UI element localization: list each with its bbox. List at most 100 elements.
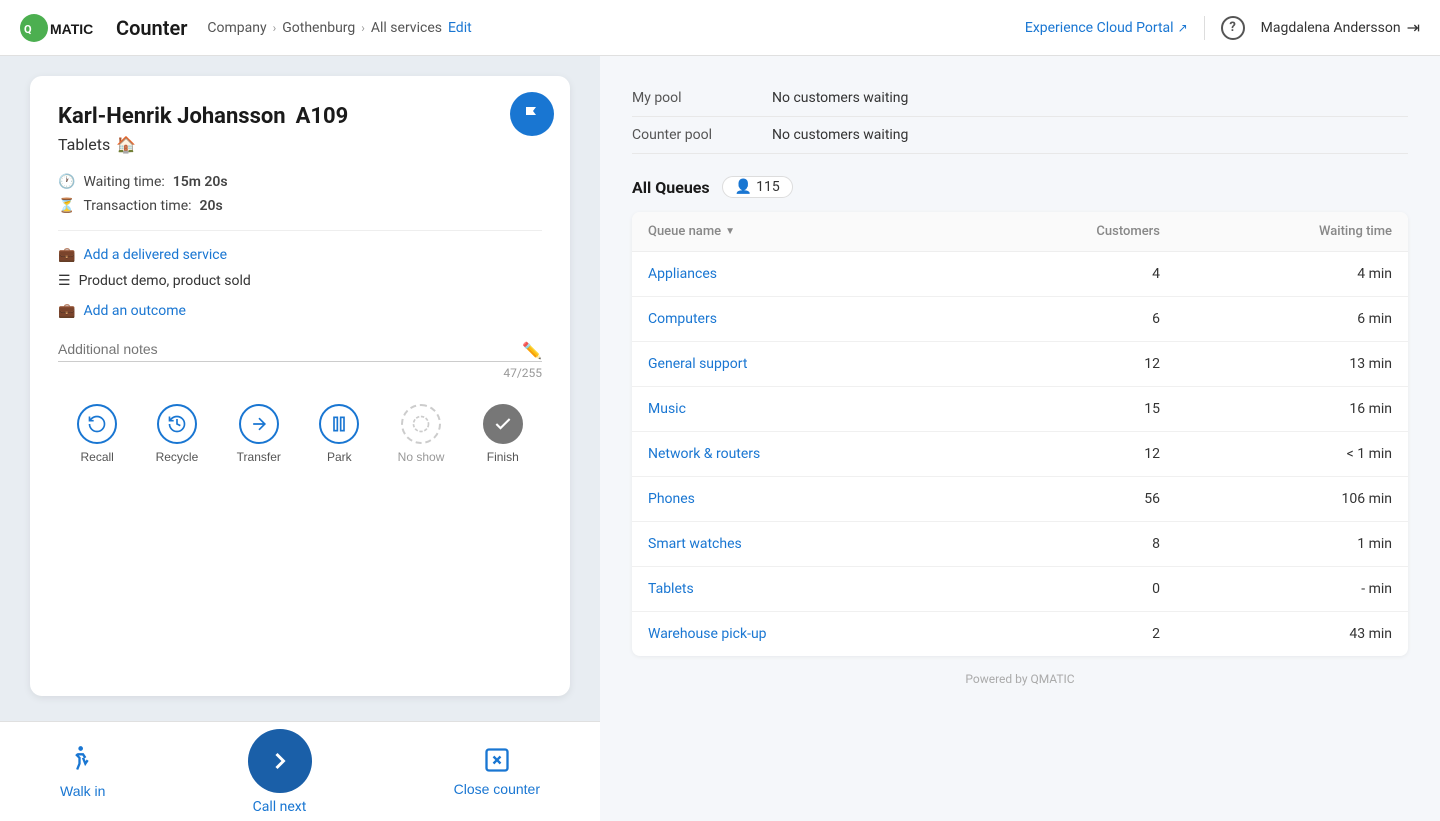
table-row[interactable]: Phones 56 106 min [632, 477, 1408, 522]
transaction-time-row: ⏳ Transaction time: 20s [58, 198, 542, 214]
call-next-label: Call next [253, 799, 307, 815]
logo: Q MATIC [20, 14, 100, 42]
customer-card: Karl-Henrik Johansson A109 Tablets 🏠 🕐 W… [30, 76, 570, 696]
waiting-value: 15m 20s [173, 174, 228, 190]
queue-name-cell[interactable]: Smart watches [632, 522, 965, 567]
table-row[interactable]: Appliances 4 4 min [632, 252, 1408, 297]
table-row[interactable]: Music 15 16 min [632, 387, 1408, 432]
waiting-cell: 6 min [1176, 297, 1408, 342]
queue-name-cell[interactable]: General support [632, 342, 965, 387]
walk-in-button[interactable]: Walk in [60, 745, 105, 799]
breadcrumb-sep-2: › [361, 21, 365, 35]
person-icon: 👤 [735, 179, 752, 195]
queue-name-cell[interactable]: Network & routers [632, 432, 965, 477]
table-row[interactable]: General support 12 13 min [632, 342, 1408, 387]
park-button[interactable]: Park [319, 404, 359, 464]
help-icon[interactable]: ? [1221, 16, 1245, 40]
queue-name-cell[interactable]: Appliances [632, 252, 965, 297]
queue-name-cell[interactable]: Music [632, 387, 965, 432]
finish-button[interactable]: Finish [483, 404, 523, 464]
recall-button[interactable]: Recall [77, 404, 117, 464]
user-menu[interactable]: Magdalena Andersson ⇥ [1261, 18, 1420, 37]
waiting-cell: 16 min [1176, 387, 1408, 432]
outcome-icon: 💼 [58, 303, 75, 319]
breadcrumb-company: Company [207, 20, 266, 36]
customers-cell: 6 [965, 297, 1176, 342]
flag-button[interactable] [510, 92, 554, 136]
all-queues-badge: 👤 115 [722, 176, 793, 198]
powered-by: Powered by QMATIC [632, 656, 1408, 694]
close-counter-button[interactable]: Close counter [454, 746, 540, 797]
add-service-btn[interactable]: 💼 Add a delivered service [58, 247, 542, 263]
walk-in-label: Walk in [60, 783, 105, 799]
table-row[interactable]: Network & routers 12 < 1 min [632, 432, 1408, 477]
nav-right: Experience Cloud Portal ↗ ? Magdalena An… [1025, 16, 1420, 40]
customer-name-row: Karl-Henrik Johansson A109 [58, 104, 542, 129]
col-customers: Customers [965, 212, 1176, 252]
notes-count: 47/255 [58, 366, 542, 380]
waiting-cell: - min [1176, 567, 1408, 612]
call-next-button[interactable] [248, 729, 312, 793]
queue-name-cell[interactable]: Tablets [632, 567, 965, 612]
waiting-cell: < 1 min [1176, 432, 1408, 477]
table-header-row: Queue name ▼ Customers Waiting time [632, 212, 1408, 252]
customer-full-name: Karl-Henrik Johansson [58, 104, 286, 129]
waiting-cell: 1 min [1176, 522, 1408, 567]
notes-edit-icon[interactable]: ✏️ [522, 341, 542, 360]
delivered-service-text: Product demo, product sold [79, 273, 251, 289]
table-row[interactable]: Computers 6 6 min [632, 297, 1408, 342]
transfer-icon [239, 404, 279, 444]
experience-cloud-link[interactable]: Experience Cloud Portal ↗ [1025, 20, 1188, 36]
customers-cell: 12 [965, 342, 1176, 387]
counter-pool-row: Counter pool No customers waiting [632, 117, 1408, 154]
no-show-label: No show [398, 450, 445, 464]
no-show-button[interactable]: No show [398, 404, 445, 464]
my-pool-row: My pool No customers waiting [632, 80, 1408, 117]
sort-icon: ▼ [725, 226, 735, 237]
col-waiting-time: Waiting time [1176, 212, 1408, 252]
my-pool-label: My pool [632, 90, 772, 106]
table-row[interactable]: Warehouse pick-up 2 43 min [632, 612, 1408, 657]
experience-cloud-label: Experience Cloud Portal [1025, 20, 1174, 36]
hourglass-icon: ⏳ [58, 198, 75, 214]
queue-name-cell[interactable]: Phones [632, 477, 965, 522]
transaction-label: Transaction time: [83, 198, 191, 214]
col-queue-name[interactable]: Queue name ▼ [632, 212, 965, 252]
queue-name-cell[interactable]: Warehouse pick-up [632, 612, 965, 657]
external-link-icon: ↗ [1178, 21, 1188, 35]
home-icon: 🏠 [116, 135, 136, 154]
recycle-button[interactable]: Recycle [156, 404, 199, 464]
notes-section: ✏️ 47/255 [58, 337, 542, 380]
breadcrumb-services: All services [371, 20, 442, 36]
transfer-button[interactable]: Transfer [237, 404, 281, 464]
page-title: Counter [116, 16, 187, 40]
waiting-label: Waiting time: [83, 174, 164, 190]
recycle-label: Recycle [156, 450, 199, 464]
divider-1 [58, 230, 542, 231]
recall-label: Recall [81, 450, 114, 464]
add-outcome-btn[interactable]: 💼 Add an outcome [58, 303, 542, 319]
customers-cell: 12 [965, 432, 1176, 477]
park-icon [319, 404, 359, 444]
my-pool-value: No customers waiting [772, 90, 908, 106]
time-info: 🕐 Waiting time: 15m 20s ⏳ Transaction ti… [58, 174, 542, 214]
breadcrumb-sep-1: › [273, 21, 277, 35]
counter-pool-value: No customers waiting [772, 127, 908, 143]
waiting-cell: 13 min [1176, 342, 1408, 387]
waiting-time-row: 🕐 Waiting time: 15m 20s [58, 174, 542, 190]
notes-input[interactable] [58, 337, 542, 362]
edit-link[interactable]: Edit [448, 20, 472, 36]
add-outcome-label: Add an outcome [83, 303, 186, 319]
left-scroll: Karl-Henrik Johansson A109 Tablets 🏠 🕐 W… [0, 56, 600, 721]
walk-in-icon [69, 745, 97, 779]
main-content: Karl-Henrik Johansson A109 Tablets 🏠 🕐 W… [0, 56, 1440, 821]
queue-name-cell[interactable]: Computers [632, 297, 965, 342]
bottom-bar: Walk in Call next Close counter [0, 721, 600, 821]
table-row[interactable]: Tablets 0 - min [632, 567, 1408, 612]
recall-icon [77, 404, 117, 444]
customer-ticket: A109 [296, 104, 349, 129]
table-row[interactable]: Smart watches 8 1 min [632, 522, 1408, 567]
service-description: ☰ Product demo, product sold [58, 273, 542, 289]
waiting-cell: 106 min [1176, 477, 1408, 522]
customers-cell: 2 [965, 612, 1176, 657]
